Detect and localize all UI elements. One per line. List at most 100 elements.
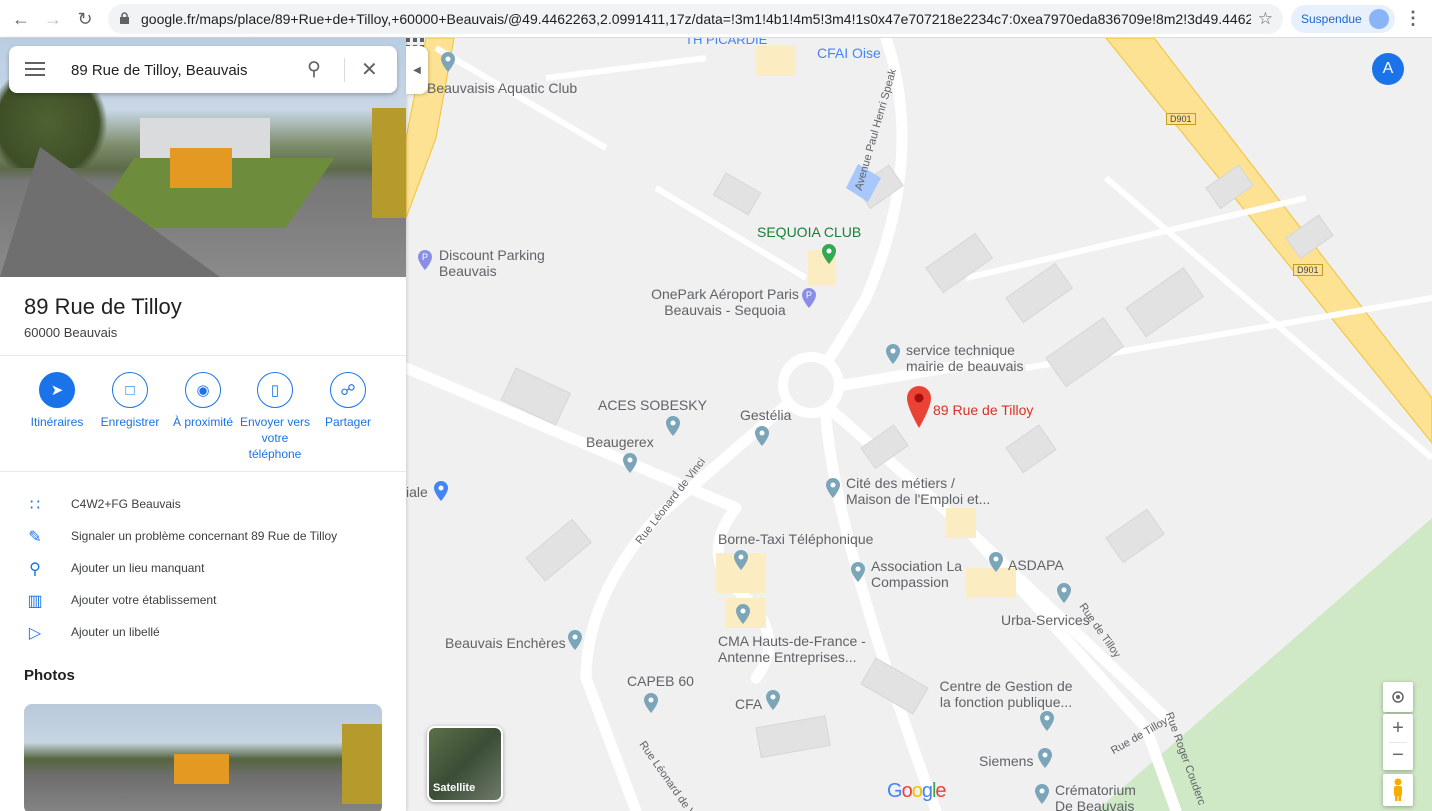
place-label[interactable]: TH PICARDIE (685, 38, 767, 48)
map-pin-icon[interactable] (665, 416, 681, 436)
map-pin-icon[interactable] (1056, 583, 1072, 603)
parking-pin-icon[interactable]: P (801, 288, 817, 308)
edit-icon: ✎ (28, 529, 42, 546)
send-to-phone-button[interactable]: ▯ Envoyer vers votre téléphone (235, 372, 315, 462)
map-pin-icon[interactable] (754, 426, 770, 446)
map-pin-icon[interactable] (643, 693, 659, 713)
map-pin-icon[interactable] (1034, 784, 1050, 804)
place-label[interactable]: OnePark Aéroport Paris Beauvais - Sequoi… (650, 286, 800, 318)
close-icon[interactable]: ✕ (361, 57, 378, 82)
map-pin-icon[interactable] (440, 52, 456, 72)
place-label[interactable]: CFAI Oise (817, 45, 881, 61)
map-pin-icon[interactable] (733, 550, 749, 570)
action-label: Itinéraires (30, 415, 84, 429)
place-label[interactable]: Beauvais Enchères (445, 635, 566, 651)
google-logo: Google (887, 780, 947, 802)
account-avatar[interactable]: A (1372, 53, 1404, 85)
profile-button[interactable]: Suspendue (1291, 5, 1395, 33)
place-label[interactable]: Urba-Services (1001, 612, 1090, 628)
save-button[interactable]: □ Enregistrer (90, 372, 170, 430)
action-label: Enregistrer (100, 415, 160, 429)
place-label[interactable]: ACES SOBESKY (598, 397, 707, 413)
zoom-out-button[interactable]: − (1383, 742, 1413, 770)
my-location-button[interactable] (1383, 682, 1413, 712)
share-icon: ☍ (330, 372, 366, 408)
bookmark-star-icon[interactable]: ☆ (1258, 9, 1273, 29)
place-label[interactable]: Discount Parking Beauvais (439, 247, 569, 279)
map-pin-icon[interactable] (988, 552, 1004, 572)
menu-icon[interactable] (25, 62, 45, 76)
place-label[interactable]: ASDAPA (1008, 557, 1064, 573)
collapse-panel-button[interactable]: ◀ (406, 46, 428, 94)
place-label[interactable]: CFA (735, 696, 762, 712)
photo-thumbnail[interactable] (24, 704, 382, 811)
nearby-button[interactable]: ◉ À proximité (163, 372, 243, 430)
place-label[interactable]: Crématorium De Beauvais (1055, 782, 1155, 811)
place-label[interactable]: SEQUOIA CLUB (757, 224, 861, 240)
nearby-icon: ◉ (185, 372, 221, 408)
place-subtitle: 60000 Beauvais (24, 325, 118, 340)
place-panel: ⚲ ✕ 89 Rue de Tilloy 60000 Beauvais ➤ It… (0, 38, 406, 811)
government-pin-icon[interactable] (1039, 711, 1055, 731)
map-canvas[interactable]: D901 D901 Avenue Paul Henri Speak Rue Lé… (406, 38, 1432, 811)
place-label[interactable]: CAPEB 60 (627, 673, 694, 689)
browser-menu-icon[interactable]: ⋮ (1404, 8, 1422, 29)
info-row-text: C4W2+FG Beauvais (71, 497, 181, 511)
profile-status: Suspendue (1301, 12, 1362, 26)
zoom-in-button[interactable]: + (1383, 714, 1413, 742)
map-pin-icon[interactable] (567, 630, 583, 650)
info-row-label[interactable]: ▷ Ajouter un libellé (0, 617, 406, 649)
place-label[interactable]: service technique mairie de beauvais (906, 342, 1036, 374)
browser-toolbar: ← → ↻ google.fr/maps/place/89+Rue+de+Til… (0, 0, 1432, 38)
search-input[interactable] (71, 58, 291, 82)
plus-code-icon: ∷ (29, 497, 41, 514)
send-to-phone-icon: ▯ (257, 372, 293, 408)
place-label[interactable]: CMA Hauts-de-France - Antenne Entreprise… (718, 633, 878, 665)
info-row-add-place[interactable]: ⚲ Ajouter un lieu manquant (0, 553, 406, 585)
place-label[interactable]: Borne-Taxi Téléphonique (718, 531, 873, 547)
map-pin-icon[interactable] (821, 244, 837, 264)
add-business-icon: ▥ (27, 593, 43, 610)
shopping-pin-icon[interactable] (433, 481, 449, 501)
government-pin-icon[interactable] (885, 344, 901, 364)
info-row-add-business[interactable]: ▥ Ajouter votre établissement (0, 585, 406, 617)
place-label[interactable]: Association La Compassion (871, 558, 981, 590)
place-label[interactable]: Beauvaisis Aquatic Club (427, 80, 577, 96)
address-bar[interactable]: google.fr/maps/place/89+Rue+de+Tilloy,+6… (108, 4, 1283, 34)
profile-avatar (1369, 9, 1389, 29)
place-label[interactable]: Beaugerex (586, 434, 654, 450)
add-location-icon: ⚲ (29, 561, 41, 578)
map-pin-icon[interactable] (765, 690, 781, 710)
map-pin-icon[interactable] (825, 478, 841, 498)
map-pin-icon[interactable] (1037, 748, 1053, 768)
road-shield: D901 (1293, 264, 1323, 276)
back-icon[interactable]: ← (10, 8, 32, 30)
map-pin-icon[interactable] (622, 453, 638, 473)
search-divider (344, 58, 345, 82)
directions-button[interactable]: ➤ Itinéraires (17, 372, 97, 430)
selected-place-label[interactable]: 89 Rue de Tilloy (933, 402, 1033, 418)
divider (0, 355, 406, 356)
info-row-plus-code[interactable]: ∷ C4W2+FG Beauvais (0, 489, 406, 521)
place-label[interactable]: iale (406, 484, 428, 500)
my-location-icon (1392, 691, 1404, 703)
reload-icon[interactable]: ↻ (74, 8, 96, 30)
share-button[interactable]: ☍ Partager (308, 372, 388, 430)
place-label[interactable]: Gestélia (740, 407, 791, 423)
search-icon[interactable]: ⚲ (307, 58, 321, 81)
selected-location-pin-icon[interactable] (906, 386, 932, 428)
place-label[interactable]: Centre de Gestion de la fonction publiqu… (936, 678, 1076, 710)
info-row-text: Ajouter un lieu manquant (71, 561, 205, 575)
photos-heading: Photos (24, 667, 75, 684)
forward-icon[interactable]: → (42, 8, 64, 30)
street-view-pegman[interactable] (1383, 774, 1413, 806)
map-pin-icon[interactable] (850, 562, 866, 582)
info-row-report[interactable]: ✎ Signaler un problème concernant 89 Rue… (0, 521, 406, 553)
place-label[interactable]: Siemens (979, 753, 1033, 769)
parking-pin-icon[interactable]: P (417, 250, 433, 270)
satellite-label: Satellite (433, 782, 476, 794)
map-pin-icon[interactable] (735, 604, 751, 624)
satellite-toggle[interactable]: Satellite (427, 726, 503, 802)
url-text[interactable]: google.fr/maps/place/89+Rue+de+Tilloy,+6… (141, 11, 1251, 27)
place-label[interactable]: Cité des métiers / Maison de l'Emploi et… (846, 475, 996, 507)
